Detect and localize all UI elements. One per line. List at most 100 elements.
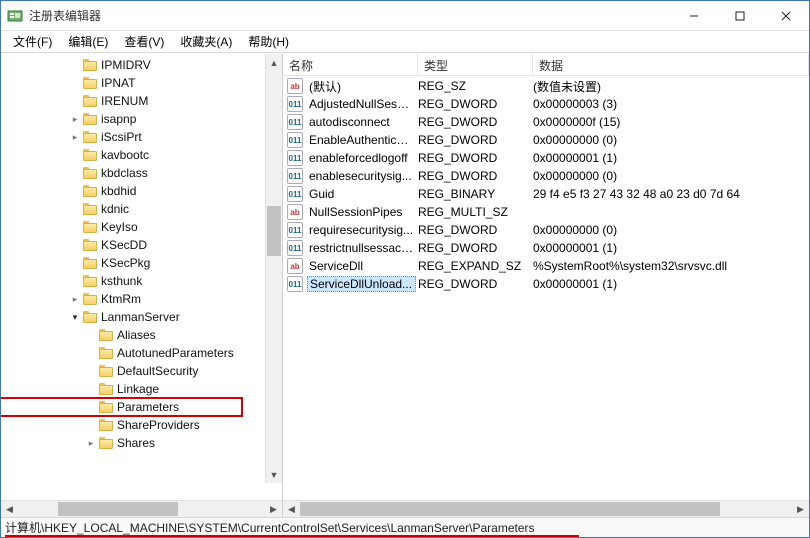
tree-item[interactable]: ▸kbdclass — [1, 164, 242, 182]
tree-item[interactable]: ▸KeyIso — [1, 218, 242, 236]
menu-edit[interactable]: 编辑(E) — [60, 31, 116, 52]
folder-icon — [99, 419, 113, 431]
folder-icon — [99, 347, 113, 359]
value-data: 0x0000000f (15) — [531, 115, 809, 129]
value-row[interactable]: 011requiresecuritysig...REG_DWORD0x00000… — [283, 221, 809, 239]
expander-open-icon[interactable]: ▾ — [69, 311, 81, 323]
maximize-button[interactable] — [717, 1, 763, 30]
statusbar: 计算机\HKEY_LOCAL_MACHINE\SYSTEM\CurrentCon… — [1, 517, 809, 537]
value-row[interactable]: 011autodisconnectREG_DWORD0x0000000f (15… — [283, 113, 809, 131]
values-hscrollbar[interactable]: ◀ ▶ — [283, 500, 809, 517]
tree-item[interactable]: ▸kbdhid — [1, 182, 242, 200]
value-row[interactable]: abServiceDllREG_EXPAND_SZ%SystemRoot%\sy… — [283, 257, 809, 275]
column-data[interactable]: 数据 — [533, 54, 809, 75]
menu-help[interactable]: 帮助(H) — [240, 31, 297, 52]
value-row[interactable]: 011enableforcedlogoffREG_DWORD0x00000001… — [283, 149, 809, 167]
close-button[interactable] — [763, 1, 809, 30]
value-row[interactable]: 011restrictnullsessacc...REG_DWORD0x0000… — [283, 239, 809, 257]
tree-item-label: isapnp — [101, 112, 136, 126]
expander-closed-icon[interactable]: ▸ — [69, 293, 81, 305]
scroll-thumb-h[interactable] — [58, 502, 178, 516]
value-row[interactable]: 011AdjustedNullSessi...REG_DWORD0x000000… — [283, 95, 809, 113]
value-data: 29 f4 e5 f3 27 43 32 48 a0 23 d0 7d 64 — [531, 187, 809, 201]
tree-item[interactable]: ▸ksthunk — [1, 272, 242, 290]
value-data: 0x00000000 (0) — [531, 133, 809, 147]
value-name: enablesecuritysig... — [307, 169, 416, 183]
tree-item-label: kavbootc — [101, 148, 149, 162]
value-row[interactable]: 011EnableAuthenticat...REG_DWORD0x000000… — [283, 131, 809, 149]
tree-item[interactable]: ▸iScsiPrt — [1, 128, 242, 146]
scroll-left-icon[interactable]: ◀ — [283, 501, 300, 518]
tree-item[interactable]: ▸IPMIDRV — [1, 56, 242, 74]
tree-item[interactable]: ▸Parameters — [1, 398, 242, 416]
tree-item[interactable]: ▾LanmanServer — [1, 308, 242, 326]
value-name: EnableAuthenticat... — [307, 133, 416, 147]
value-type: REG_DWORD — [416, 241, 531, 255]
string-value-icon: ab — [287, 78, 303, 94]
window-controls — [671, 1, 809, 30]
app-icon — [7, 8, 23, 24]
value-type: REG_EXPAND_SZ — [416, 259, 531, 273]
expander-closed-icon[interactable]: ▸ — [85, 437, 97, 449]
scroll-left-icon[interactable]: ◀ — [1, 501, 18, 518]
value-row[interactable]: abNullSessionPipesREG_MULTI_SZ — [283, 203, 809, 221]
tree-item[interactable]: ▸KSecPkg — [1, 254, 242, 272]
tree-item[interactable]: ▸Linkage — [1, 380, 242, 398]
value-row[interactable]: 011GuidREG_BINARY29 f4 e5 f3 27 43 32 48… — [283, 185, 809, 203]
window-title: 注册表编辑器 — [29, 7, 671, 24]
tree-hscrollbar[interactable]: ◀ ▶ — [1, 500, 282, 517]
tree-item-label: DefaultSecurity — [117, 364, 198, 378]
value-data: 0x00000001 (1) — [531, 241, 809, 255]
tree-item[interactable]: ▸Aliases — [1, 326, 242, 344]
value-row[interactable]: ab(默认)REG_SZ(数值未设置) — [283, 77, 809, 95]
tree-item-label: Aliases — [117, 328, 156, 342]
scroll-down-icon[interactable]: ▼ — [266, 466, 282, 483]
tree-item-label: KtmRm — [101, 292, 141, 306]
tree-item[interactable]: ▸ShareProviders — [1, 416, 242, 434]
tree-item[interactable]: ▸Shares — [1, 434, 242, 452]
value-data: (数值未设置) — [531, 78, 809, 95]
tree-vscrollbar[interactable]: ▲ ▼ — [265, 54, 282, 483]
value-data: 0x00000000 (0) — [531, 169, 809, 183]
expander-closed-icon[interactable]: ▸ — [69, 131, 81, 143]
string-value-icon: ab — [287, 258, 303, 274]
scroll-up-icon[interactable]: ▲ — [266, 54, 282, 71]
tree-item[interactable]: ▸DefaultSecurity — [1, 362, 242, 380]
value-data: 0x00000003 (3) — [531, 97, 809, 111]
menu-view[interactable]: 查看(V) — [116, 31, 172, 52]
value-name: Guid — [307, 187, 416, 201]
titlebar[interactable]: 注册表编辑器 — [1, 1, 809, 31]
scroll-thumb-h[interactable] — [300, 502, 720, 516]
tree-item[interactable]: ▸ KtmRm — [1, 290, 242, 308]
value-name: autodisconnect — [307, 115, 416, 129]
tree-item[interactable]: ▸IPNAT — [1, 74, 242, 92]
scroll-right-icon[interactable]: ▶ — [792, 501, 809, 518]
minimize-button[interactable] — [671, 1, 717, 30]
tree-pane[interactable]: ▸IPMIDRV▸IPNAT▸IRENUM▸isapnp▸iScsiPrt▸ka… — [1, 54, 283, 517]
tree-item[interactable]: ▸AutotunedParameters — [1, 344, 242, 362]
expander-closed-icon[interactable]: ▸ — [69, 113, 81, 125]
tree-item[interactable]: ▸ isapnp — [1, 110, 242, 128]
column-name[interactable]: 名称 — [283, 54, 418, 75]
folder-icon — [83, 185, 97, 197]
tree-item[interactable]: ▸kdnic — [1, 200, 242, 218]
column-type[interactable]: 类型 — [418, 54, 533, 75]
value-row[interactable]: 011ServiceDllUnload...REG_DWORD0x0000000… — [283, 275, 809, 293]
menu-favorites[interactable]: 收藏夹(A) — [172, 31, 240, 52]
tree-item[interactable]: ▸kavbootc — [1, 146, 242, 164]
binary-value-icon: 011 — [287, 240, 303, 256]
binary-value-icon: 011 — [287, 186, 303, 202]
tree-item-label: IRENUM — [101, 94, 148, 108]
value-row[interactable]: 011enablesecuritysig...REG_DWORD0x000000… — [283, 167, 809, 185]
value-name: NullSessionPipes — [307, 205, 416, 219]
value-type: REG_DWORD — [416, 169, 531, 183]
values-pane[interactable]: 名称 类型 数据 ab(默认)REG_SZ(数值未设置)011AdjustedN… — [283, 54, 809, 517]
tree-item-label: kbdclass — [101, 166, 148, 180]
tree-item[interactable]: ▸IRENUM — [1, 92, 242, 110]
menu-file[interactable]: 文件(F) — [5, 31, 60, 52]
scroll-thumb[interactable] — [267, 206, 281, 256]
folder-icon — [99, 365, 113, 377]
folder-icon — [83, 149, 97, 161]
tree-item[interactable]: ▸KSecDD — [1, 236, 242, 254]
scroll-right-icon[interactable]: ▶ — [265, 501, 282, 518]
